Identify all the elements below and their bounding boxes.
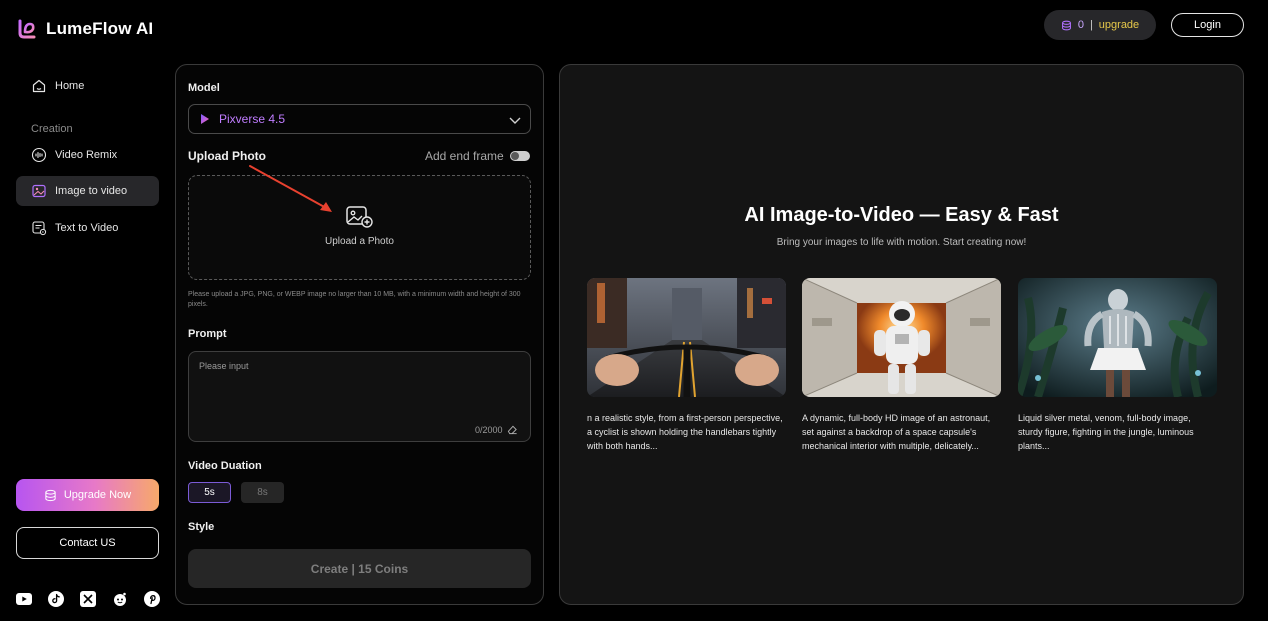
prompt-char-counter: 0/2000 — [475, 424, 518, 435]
hero-title: AI Image-to-Video — Easy & Fast — [744, 204, 1059, 226]
contact-us-button[interactable]: Contact US — [16, 527, 159, 559]
example-image-astronaut[interactable] — [802, 278, 1001, 397]
coin-balance-pill[interactable]: 0 | upgrade — [1044, 10, 1156, 40]
sidebar-item-label: Image to video — [55, 185, 128, 197]
create-button[interactable]: Create | 15 Coins — [188, 549, 531, 588]
pixverse-logo-icon — [201, 114, 209, 124]
prompt-placeholder: Please input — [199, 361, 249, 371]
sidebar-item-image-to-video[interactable]: Image to video — [16, 176, 159, 206]
model-select[interactable]: Pixverse 4.5 — [188, 104, 531, 134]
coin-separator: | — [1089, 19, 1093, 31]
pinterest-icon[interactable] — [144, 591, 160, 607]
coins-stack-icon — [1061, 20, 1071, 30]
example-image-venom[interactable] — [1018, 278, 1217, 397]
login-label: Login — [1194, 19, 1221, 31]
sidebar-section-creation: Creation — [31, 123, 73, 135]
coins-stack-icon — [45, 489, 56, 501]
coin-count: 0 — [1077, 19, 1084, 31]
duration-option-5s[interactable]: 5s — [188, 482, 231, 503]
hero-subtitle: Bring your images to life with motion. S… — [776, 237, 1027, 248]
model-value: Pixverse 4.5 — [219, 112, 286, 126]
login-button[interactable]: Login — [1171, 13, 1244, 37]
example-caption-venom: Liquid silver metal, venom, full-body im… — [1018, 413, 1194, 451]
home-icon — [32, 79, 46, 93]
duration-label: Video Duation — [188, 460, 262, 472]
text-video-icon — [32, 221, 47, 236]
upgrade-link[interactable]: upgrade — [1099, 19, 1139, 31]
youtube-icon[interactable] — [16, 591, 32, 607]
model-label: Model — [188, 82, 220, 94]
create-label: Create | 15 Coins — [310, 561, 409, 576]
example-caption-astronaut: A dynamic, full-body HD image of an astr… — [802, 413, 991, 451]
reddit-icon[interactable] — [112, 591, 128, 607]
sidebar-item-label: Home — [55, 80, 85, 92]
upload-hint: Please upload a JPG, PNG, or WEBP image … — [188, 291, 521, 308]
example-caption-cyclist: n a realistic style, from a first-person… — [587, 413, 783, 451]
style-label: Style — [188, 521, 215, 533]
generation-form-panel — [175, 64, 544, 605]
brand-name: LumeFlow AI — [46, 19, 154, 38]
contact-us-label: Contact US — [59, 537, 116, 549]
duration-option-8s[interactable]: 8s — [241, 482, 284, 503]
x-icon[interactable] — [80, 591, 96, 607]
sidebar-item-home[interactable]: Home — [16, 71, 159, 101]
tiktok-icon[interactable] — [48, 591, 64, 607]
annotation-arrow — [249, 165, 332, 212]
eraser-icon[interactable] — [507, 424, 518, 435]
lumeflow-logo-icon — [18, 19, 36, 39]
add-end-frame-toggle[interactable]: Add end frame — [425, 149, 530, 163]
image-icon — [32, 184, 46, 198]
waveform-icon — [31, 147, 47, 163]
upgrade-now-button[interactable]: Upgrade Now — [16, 479, 159, 511]
upload-cta: Upload a Photo — [325, 236, 394, 247]
brand-logo[interactable]: LumeFlow AI — [16, 18, 153, 40]
chevron-down-icon — [509, 117, 521, 124]
upload-photo-label: Upload Photo — [188, 149, 266, 163]
add-image-icon — [346, 206, 373, 228]
sidebar-item-label: Text to Video — [55, 222, 119, 234]
sidebar-item-video-remix[interactable]: Video Remix — [16, 140, 159, 170]
prompt-label: Prompt — [188, 328, 227, 340]
social-links — [16, 591, 160, 607]
toggle-switch[interactable] — [509, 151, 530, 161]
sidebar-item-text-to-video[interactable]: Text to Video — [16, 213, 159, 243]
upgrade-now-label: Upgrade Now — [63, 489, 132, 501]
end-frame-label: Add end frame — [425, 149, 504, 163]
example-image-cyclist[interactable] — [587, 278, 786, 397]
char-count: 0/2000 — [475, 424, 503, 435]
sidebar-item-label: Video Remix — [55, 149, 118, 161]
